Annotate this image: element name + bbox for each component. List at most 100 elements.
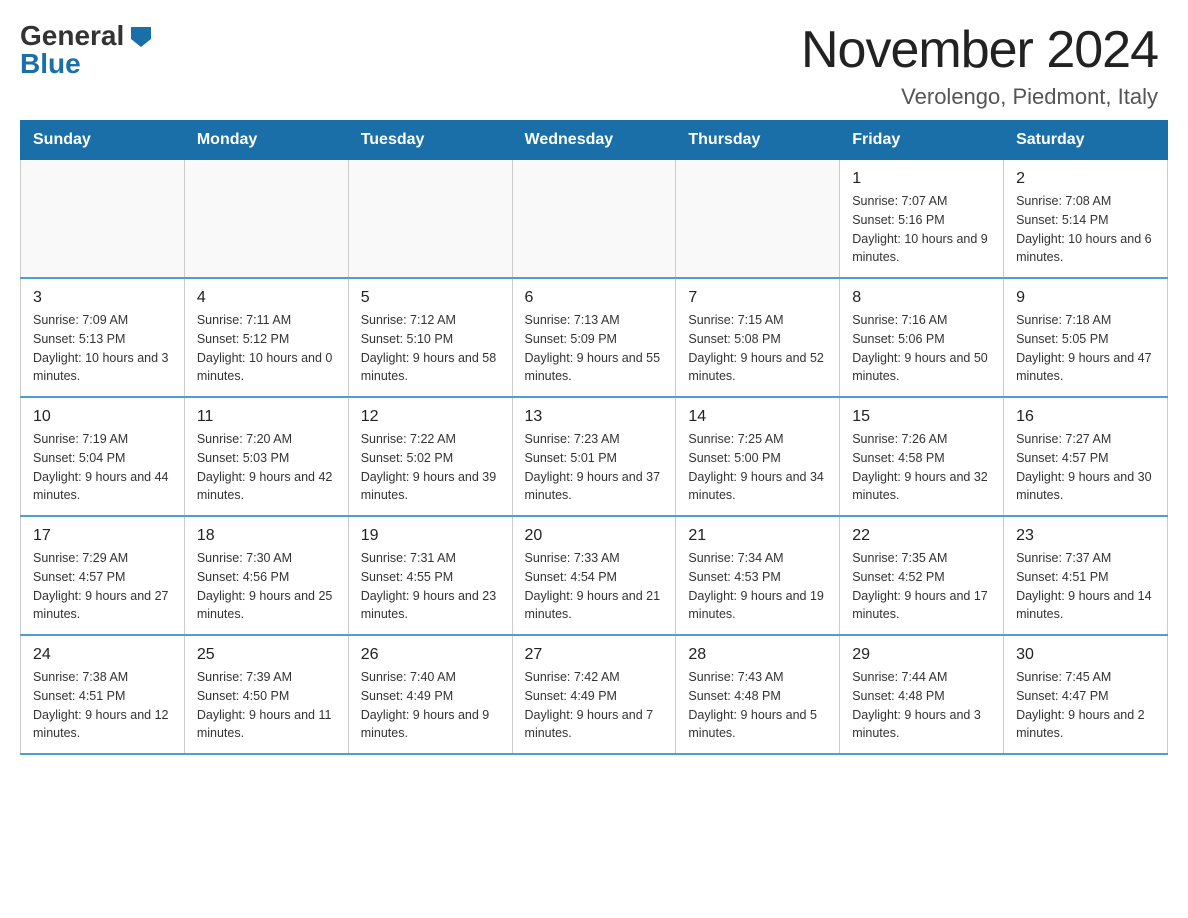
calendar-cell: 13 Sunrise: 7:23 AM Sunset: 5:01 PM Dayli… [512, 397, 676, 516]
day-number: 16 [1016, 408, 1155, 426]
calendar-container: SundayMondayTuesdayWednesdayThursdayFrid… [0, 120, 1188, 775]
day-info: Sunrise: 7:29 AM Sunset: 4:57 PM Dayligh… [33, 549, 172, 624]
calendar-cell: 27 Sunrise: 7:42 AM Sunset: 4:49 PM Dayli… [512, 635, 676, 754]
day-info: Sunrise: 7:07 AM Sunset: 5:16 PM Dayligh… [852, 192, 991, 267]
day-number: 20 [525, 527, 664, 545]
day-info: Sunrise: 7:33 AM Sunset: 4:54 PM Dayligh… [525, 549, 664, 624]
day-number: 29 [852, 646, 991, 664]
logo: General Blue [20, 20, 155, 80]
day-number: 19 [361, 527, 500, 545]
page-header: General Blue November 2024 Verolengo, Pi… [0, 0, 1188, 120]
week-row-2: 10Sunrise: 7:19 AM Sunset: 5:04 PM Dayli… [21, 397, 1168, 516]
day-number: 27 [525, 646, 664, 664]
day-info: Sunrise: 7:22 AM Sunset: 5:02 PM Dayligh… [361, 430, 500, 505]
day-info: Sunrise: 7:19 AM Sunset: 5:04 PM Dayligh… [33, 430, 172, 505]
day-number: 28 [688, 646, 827, 664]
week-row-1: 3 Sunrise: 7:09 AM Sunset: 5:13 PM Daylig… [21, 278, 1168, 397]
calendar-table: SundayMondayTuesdayWednesdayThursdayFrid… [20, 120, 1168, 755]
day-info: Sunrise: 7:27 AM Sunset: 4:57 PM Dayligh… [1016, 430, 1155, 505]
calendar-cell: 29 Sunrise: 7:44 AM Sunset: 4:48 PM Dayli… [840, 635, 1004, 754]
day-info: Sunrise: 7:35 AM Sunset: 4:52 PM Dayligh… [852, 549, 991, 624]
day-info: Sunrise: 7:26 AM Sunset: 4:58 PM Dayligh… [852, 430, 991, 505]
day-info: Sunrise: 7:12 AM Sunset: 5:10 PM Dayligh… [361, 311, 500, 386]
day-info: Sunrise: 7:30 AM Sunset: 4:56 PM Dayligh… [197, 549, 336, 624]
calendar-cell: 21 Sunrise: 7:34 AM Sunset: 4:53 PM Dayli… [676, 516, 840, 635]
weekday-header-row: SundayMondayTuesdayWednesdayThursdayFrid… [21, 121, 1168, 160]
calendar-cell: 5 Sunrise: 7:12 AM Sunset: 5:10 PM Daylig… [348, 278, 512, 397]
calendar-cell: 17 Sunrise: 7:29 AM Sunset: 4:57 PM Dayli… [21, 516, 185, 635]
weekday-header-sunday: Sunday [21, 121, 185, 160]
day-info: Sunrise: 7:39 AM Sunset: 4:50 PM Dayligh… [197, 668, 336, 743]
day-info: Sunrise: 7:18 AM Sunset: 5:05 PM Dayligh… [1016, 311, 1155, 386]
logo-blue-text: Blue [20, 48, 81, 80]
day-number: 12 [361, 408, 500, 426]
day-info: Sunrise: 7:15 AM Sunset: 5:08 PM Dayligh… [688, 311, 827, 386]
week-row-0: 1Sunrise: 7:07 AM Sunset: 5:16 PM Daylig… [21, 160, 1168, 279]
calendar-cell [184, 160, 348, 279]
day-number: 17 [33, 527, 172, 545]
day-info: Sunrise: 7:09 AM Sunset: 5:13 PM Dayligh… [33, 311, 172, 386]
day-info: Sunrise: 7:23 AM Sunset: 5:01 PM Dayligh… [525, 430, 664, 505]
day-number: 3 [33, 289, 172, 307]
calendar-cell: 9Sunrise: 7:18 AM Sunset: 5:05 PM Daylig… [1004, 278, 1168, 397]
day-number: 5 [361, 289, 500, 307]
day-number: 22 [852, 527, 991, 545]
day-number: 24 [33, 646, 172, 664]
weekday-header-tuesday: Tuesday [348, 121, 512, 160]
day-info: Sunrise: 7:42 AM Sunset: 4:49 PM Dayligh… [525, 668, 664, 743]
day-info: Sunrise: 7:44 AM Sunset: 4:48 PM Dayligh… [852, 668, 991, 743]
weekday-header-thursday: Thursday [676, 121, 840, 160]
week-row-4: 24 Sunrise: 7:38 AM Sunset: 4:51 PM Dayli… [21, 635, 1168, 754]
calendar-cell: 3 Sunrise: 7:09 AM Sunset: 5:13 PM Daylig… [21, 278, 185, 397]
calendar-cell: 2Sunrise: 7:08 AM Sunset: 5:14 PM Daylig… [1004, 160, 1168, 279]
weekday-header-friday: Friday [840, 121, 1004, 160]
day-number: 15 [852, 408, 991, 426]
calendar-cell: 30 Sunrise: 7:45 AM Sunset: 4:47 PM Dayli… [1004, 635, 1168, 754]
calendar-cell: 19 Sunrise: 7:31 AM Sunset: 4:55 PM Dayli… [348, 516, 512, 635]
calendar-cell [21, 160, 185, 279]
day-number: 30 [1016, 646, 1155, 664]
calendar-cell: 20 Sunrise: 7:33 AM Sunset: 4:54 PM Dayli… [512, 516, 676, 635]
day-number: 14 [688, 408, 827, 426]
calendar-cell: 25 Sunrise: 7:39 AM Sunset: 4:50 PM Dayli… [184, 635, 348, 754]
calendar-cell: 11 Sunrise: 7:20 AM Sunset: 5:03 PM Dayli… [184, 397, 348, 516]
calendar-cell: 22 Sunrise: 7:35 AM Sunset: 4:52 PM Dayli… [840, 516, 1004, 635]
day-info: Sunrise: 7:20 AM Sunset: 5:03 PM Dayligh… [197, 430, 336, 505]
calendar-cell: 15 Sunrise: 7:26 AM Sunset: 4:58 PM Dayli… [840, 397, 1004, 516]
calendar-cell: 16 Sunrise: 7:27 AM Sunset: 4:57 PM Dayli… [1004, 397, 1168, 516]
day-number: 26 [361, 646, 500, 664]
day-number: 25 [197, 646, 336, 664]
calendar-cell: 7 Sunrise: 7:15 AM Sunset: 5:08 PM Daylig… [676, 278, 840, 397]
day-info: Sunrise: 7:40 AM Sunset: 4:49 PM Dayligh… [361, 668, 500, 743]
logo-icon [127, 25, 155, 47]
day-info: Sunrise: 7:11 AM Sunset: 5:12 PM Dayligh… [197, 311, 336, 386]
calendar-cell: 8Sunrise: 7:16 AM Sunset: 5:06 PM Daylig… [840, 278, 1004, 397]
day-number: 6 [525, 289, 664, 307]
calendar-cell: 6Sunrise: 7:13 AM Sunset: 5:09 PM Daylig… [512, 278, 676, 397]
calendar-cell: 4 Sunrise: 7:11 AM Sunset: 5:12 PM Daylig… [184, 278, 348, 397]
day-number: 23 [1016, 527, 1155, 545]
day-info: Sunrise: 7:45 AM Sunset: 4:47 PM Dayligh… [1016, 668, 1155, 743]
calendar-cell [512, 160, 676, 279]
day-info: Sunrise: 7:37 AM Sunset: 4:51 PM Dayligh… [1016, 549, 1155, 624]
day-info: Sunrise: 7:43 AM Sunset: 4:48 PM Dayligh… [688, 668, 827, 743]
calendar-cell [676, 160, 840, 279]
weekday-header-wednesday: Wednesday [512, 121, 676, 160]
day-info: Sunrise: 7:34 AM Sunset: 4:53 PM Dayligh… [688, 549, 827, 624]
day-number: 13 [525, 408, 664, 426]
day-info: Sunrise: 7:31 AM Sunset: 4:55 PM Dayligh… [361, 549, 500, 624]
day-number: 7 [688, 289, 827, 307]
calendar-cell [348, 160, 512, 279]
day-number: 8 [852, 289, 991, 307]
calendar-cell: 12 Sunrise: 7:22 AM Sunset: 5:02 PM Dayli… [348, 397, 512, 516]
day-number: 21 [688, 527, 827, 545]
day-number: 2 [1016, 170, 1155, 188]
month-title: November 2024 [801, 20, 1158, 80]
day-info: Sunrise: 7:38 AM Sunset: 4:51 PM Dayligh… [33, 668, 172, 743]
day-number: 11 [197, 408, 336, 426]
calendar-cell: 10Sunrise: 7:19 AM Sunset: 5:04 PM Dayli… [21, 397, 185, 516]
weekday-header-monday: Monday [184, 121, 348, 160]
calendar-cell: 1Sunrise: 7:07 AM Sunset: 5:16 PM Daylig… [840, 160, 1004, 279]
day-number: 4 [197, 289, 336, 307]
calendar-cell: 28 Sunrise: 7:43 AM Sunset: 4:48 PM Dayli… [676, 635, 840, 754]
